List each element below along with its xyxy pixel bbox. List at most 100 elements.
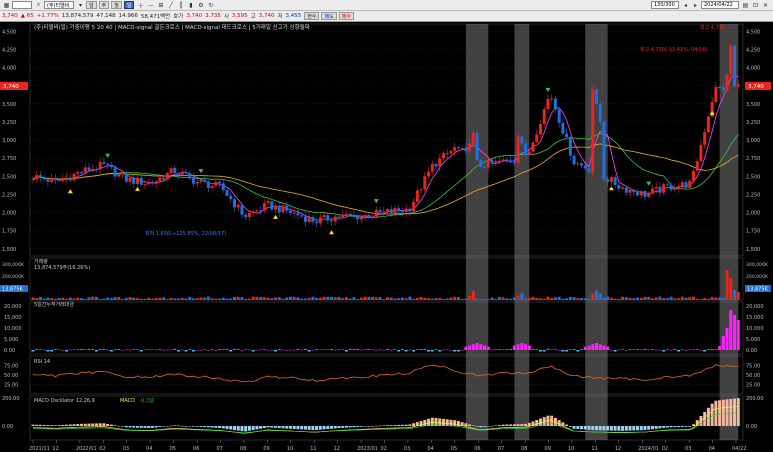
trade-bar <box>65 350 69 352</box>
rsi-axis-right-label: 25.00 <box>746 383 760 389</box>
trade-bar <box>333 349 337 351</box>
candle-body <box>80 171 84 173</box>
candle-body <box>583 165 587 169</box>
volume-bar <box>680 296 684 300</box>
candle-body <box>311 216 315 222</box>
macd-hist-bar <box>703 411 707 426</box>
trade-bar <box>87 348 91 350</box>
settings-icon[interactable]: ⚙ <box>196 1 205 9</box>
candle-body <box>471 132 475 144</box>
zoom-out-icon[interactable]: － <box>146 1 155 10</box>
candle-body <box>721 87 725 91</box>
stock-chart[interactable]: 4,5004,5004,2504,2504,0004,0003,7503,750… <box>0 22 773 452</box>
tab-month[interactable]: 월 <box>111 1 122 9</box>
prev-icon[interactable]: ◂ <box>681 1 690 9</box>
buy-button[interactable]: 매수 <box>338 12 354 20</box>
trade-bar <box>736 320 740 350</box>
volume-bar <box>438 297 442 300</box>
macd-hist-bar <box>468 424 472 426</box>
candle-body <box>427 171 431 177</box>
trade-bar <box>505 349 509 350</box>
close-icon[interactable]: ✕ <box>761 1 770 9</box>
trade-bar <box>434 349 438 350</box>
line-icon[interactable]: ╱ <box>166 1 175 9</box>
volume-bar <box>236 297 240 300</box>
candle-body <box>669 185 673 190</box>
volume-bar <box>546 296 550 300</box>
candle-body <box>247 212 251 217</box>
price-axis-left-label: 3,000 <box>2 138 16 144</box>
macd-hist-bar <box>397 424 401 426</box>
lock-icon[interactable]: ⊡ <box>751 1 760 9</box>
trade-bar <box>199 349 203 351</box>
macd-hist-bar <box>251 426 255 431</box>
macd-hist-bar <box>572 426 576 429</box>
trade-bar <box>486 346 490 350</box>
volume-bar <box>68 297 72 300</box>
volume-bar <box>531 296 535 300</box>
trade-bar <box>378 349 382 351</box>
search-icon[interactable]: ⌕ <box>34 1 43 9</box>
candle-body <box>150 182 154 184</box>
hyunsu-button[interactable]: 현수 <box>304 12 320 20</box>
candle-body <box>195 181 199 184</box>
macd-hist-bar <box>647 426 651 430</box>
volume-bar <box>106 297 110 300</box>
macd-hist-bar <box>102 423 106 426</box>
stock-code-input[interactable] <box>12 1 32 9</box>
volume-bar <box>341 298 345 300</box>
stock-name-field[interactable]: (주)티엘비 <box>44 1 74 9</box>
calendar-icon[interactable]: ▤ <box>741 1 750 9</box>
macd-hist-bar <box>169 425 173 427</box>
macd-hist-bar <box>352 426 356 428</box>
candle-body <box>322 215 326 218</box>
period-button[interactable]: 일 <box>123 1 135 9</box>
candle-icon[interactable]: ┃ <box>176 1 185 9</box>
vol-axis-left-label: 300,000K <box>2 262 25 268</box>
trade-bar <box>281 349 285 351</box>
price-change: ▲ 65 <box>20 13 34 19</box>
volume-bar <box>464 298 468 300</box>
candle-body <box>214 181 218 186</box>
volume-bar <box>456 297 460 300</box>
chevron-down-icon[interactable]: ▾ <box>76 1 85 9</box>
date-field[interactable]: 2024/04/22 <box>701 1 739 9</box>
candle-body <box>87 167 91 171</box>
candle-body <box>636 192 640 196</box>
macd-axis-left-label: 0.00 <box>2 424 13 430</box>
high-price: 3,740 <box>258 13 275 19</box>
bar-icon[interactable]: ▮ <box>186 1 195 9</box>
grid-icon[interactable]: ⊞ <box>156 1 165 9</box>
volume-bar <box>72 298 76 300</box>
macd-hist-bar <box>363 426 367 427</box>
candle-body <box>106 163 110 165</box>
macd-hist-bar <box>606 426 610 431</box>
volume-bar <box>188 296 192 300</box>
trade-bar <box>714 349 718 350</box>
candle-body <box>505 159 509 161</box>
refresh-icon[interactable]: ↻ <box>206 1 215 9</box>
tab-day[interactable]: 일 <box>86 1 97 9</box>
candle-body <box>102 162 106 164</box>
volume-bar <box>102 298 106 300</box>
volume-bar <box>247 298 251 300</box>
volume-bar <box>561 298 565 300</box>
date-axis-label: 11 <box>310 446 316 452</box>
trade-bar <box>721 336 725 350</box>
trade-bar <box>441 349 445 351</box>
count-field[interactable]: 130/300 <box>651 1 679 9</box>
candle-body <box>199 180 203 182</box>
next-icon[interactable]: ▸ <box>691 1 700 9</box>
candle-body <box>706 116 710 133</box>
macd-hist-bar <box>688 426 692 427</box>
price-axis-left-label: 4,500 <box>2 29 16 35</box>
sell-button[interactable]: 매도 <box>321 12 337 20</box>
trade-bar <box>303 348 307 350</box>
trade-bar <box>42 349 46 351</box>
chart-menu-icon[interactable]: ▦ <box>2 1 11 9</box>
volume-bar <box>80 298 84 300</box>
zoom-in-icon[interactable]: ＋ <box>136 1 145 10</box>
volume-bar <box>572 297 576 300</box>
macd-hist-bar <box>139 426 143 428</box>
tab-week[interactable]: 주 <box>98 1 110 9</box>
